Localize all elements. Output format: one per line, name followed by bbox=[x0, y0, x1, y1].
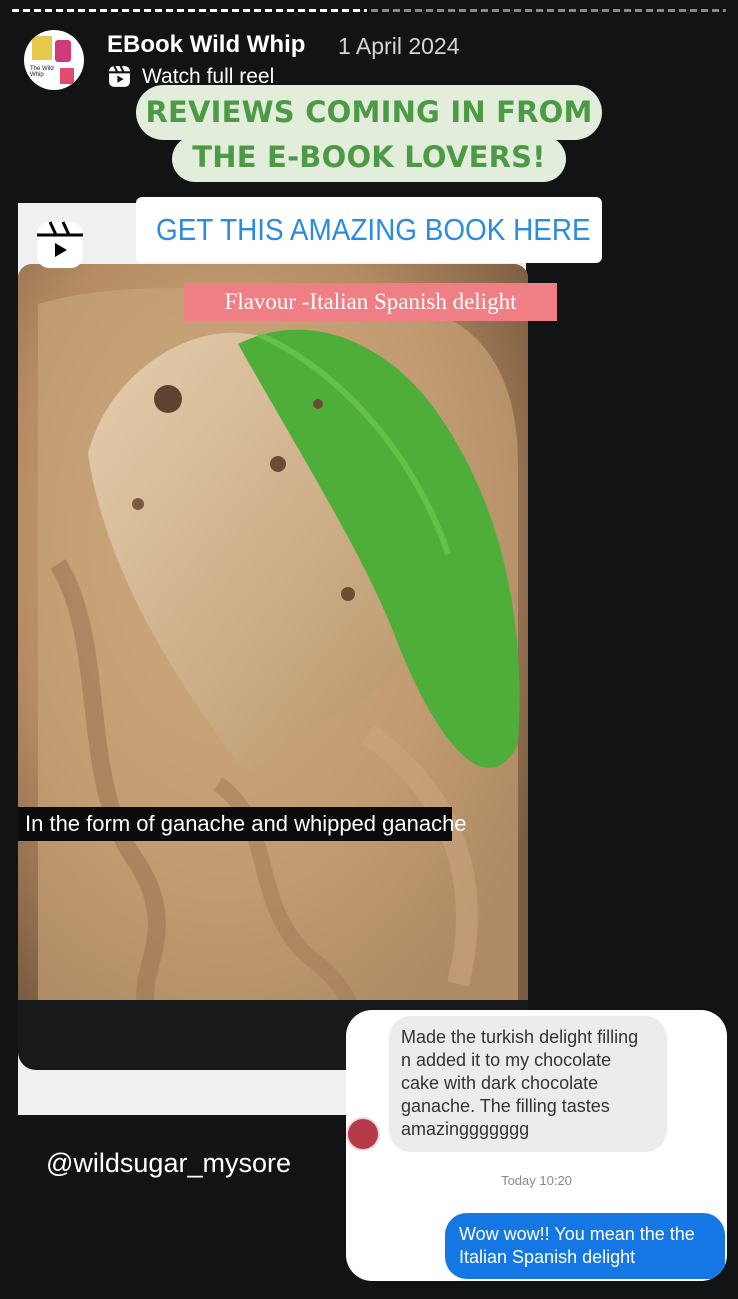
message-timestamp: Today 10:20 bbox=[501, 1173, 572, 1188]
flavour-label: Flavour -Italian Spanish delight bbox=[184, 283, 557, 321]
story-progress-bar bbox=[12, 9, 726, 12]
video-caption: In the form of ganache and whipped ganac… bbox=[18, 807, 467, 841]
account-name[interactable]: EBook Wild Whip bbox=[107, 31, 305, 59]
avatar-phone-image bbox=[55, 40, 71, 62]
video-timestamp: 0:04 bbox=[438, 240, 483, 266]
outgoing-message-line: Italian Spanish delight bbox=[459, 1247, 636, 1267]
reel-video-frame[interactable] bbox=[18, 264, 528, 1054]
book-link-label: GET THIS AMAZING BOOK HERE bbox=[156, 212, 591, 247]
story-progress-segment-viewed bbox=[12, 9, 367, 12]
outgoing-message: Wow wow!! You mean the the Italian Spani… bbox=[445, 1213, 725, 1279]
instagram-reels-icon bbox=[37, 221, 83, 268]
headline-sticker-line2: THE E-BOOK LOVERS! bbox=[172, 136, 566, 182]
incoming-message-line: n added it to my chocolate bbox=[401, 1050, 612, 1070]
book-link-sticker[interactable]: GET THIS AMAZING BOOK HERE bbox=[136, 197, 602, 263]
sender-avatar bbox=[346, 1117, 380, 1151]
mention-handle[interactable]: @wildsugar_mysore bbox=[46, 1148, 291, 1179]
outgoing-message-line: Wow wow!! You mean the the bbox=[459, 1224, 695, 1244]
incoming-message: Made the turkish delight filling n added… bbox=[389, 1016, 667, 1152]
incoming-message-line: ganache. The filling tastes bbox=[401, 1096, 610, 1116]
headline-sticker-line1: REVIEWS COMING IN FROM bbox=[136, 85, 602, 140]
incoming-message-line: cake with dark chocolate bbox=[401, 1073, 599, 1093]
avatar-text: The Wild Whip bbox=[30, 66, 54, 78]
review-chat-screenshot: Made the turkish delight filling n added… bbox=[346, 1010, 727, 1281]
incoming-message-line: amazinggggggg bbox=[401, 1119, 530, 1139]
avatar-cake-image bbox=[60, 68, 74, 84]
reel-icon bbox=[109, 65, 130, 87]
ice-cream-image bbox=[18, 264, 528, 1054]
incoming-message-line: Made the turkish delight filling bbox=[401, 1027, 639, 1047]
post-date: 1 April 2024 bbox=[338, 33, 460, 59]
avatar-book-cover bbox=[32, 36, 52, 60]
account-avatar[interactable]: The Wild Whip bbox=[24, 30, 84, 90]
story-progress-segment-current bbox=[371, 9, 726, 12]
